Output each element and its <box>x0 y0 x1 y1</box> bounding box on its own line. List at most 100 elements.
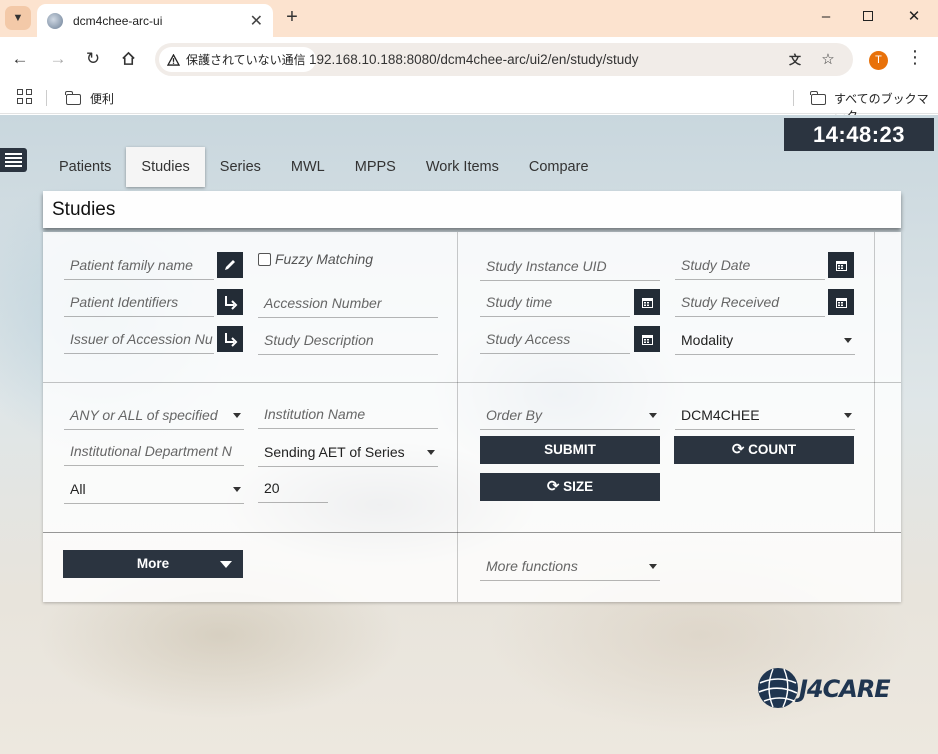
sending-aet-value: Sending AET of Series <box>264 444 405 460</box>
any-or-all-select[interactable]: ANY or ALL of specified <box>64 400 244 430</box>
bookmark-folder-label[interactable]: 便利 <box>90 90 114 107</box>
study-instance-uid-input[interactable]: Study Instance UID <box>480 251 660 281</box>
calendar-icon <box>641 297 653 308</box>
tab-work-items[interactable]: Work Items <box>411 147 514 187</box>
bookmark-bar: 便利 すべてのブックマーク <box>0 82 938 123</box>
new-tab-button[interactable]: + <box>282 6 302 30</box>
page-title: Studies <box>43 191 901 228</box>
aet-value: DCM4CHEE <box>681 407 760 423</box>
favicon-icon <box>47 12 63 29</box>
dropdown-arrow-icon <box>233 487 241 492</box>
study-received-input[interactable]: Study Received <box>675 287 825 317</box>
more-button[interactable]: More <box>63 550 243 578</box>
count-label: COUNT <box>748 442 797 457</box>
tab-mwl[interactable]: MWL <box>276 147 340 187</box>
study-time-input[interactable]: Study time <box>480 287 630 317</box>
fuzzy-matching-checkbox[interactable] <box>258 253 271 266</box>
app-page: 14:48:23 Patients Studies Series MWL MPP… <box>0 115 938 754</box>
tab-studies[interactable]: Studies <box>126 147 205 187</box>
issuer-of-accession-input[interactable]: Issuer of Accession Nu <box>64 324 214 354</box>
aet-select[interactable]: DCM4CHEE <box>675 400 855 430</box>
bookmark-star-icon[interactable]: ☆ <box>818 50 838 70</box>
apps-icon[interactable] <box>17 89 32 104</box>
profile-avatar[interactable]: T <box>869 51 888 70</box>
institution-name-input[interactable]: Institution Name <box>258 399 438 429</box>
accession-number-input[interactable]: Accession Number <box>258 288 438 318</box>
back-button[interactable]: ← <box>7 46 33 72</box>
order-by-select[interactable]: Order By <box>480 400 660 430</box>
minimize-button[interactable]: – <box>811 4 841 30</box>
address-bar[interactable]: 保護されていない通信 192.168.10.188:8080/dcm4chee-… <box>155 43 853 76</box>
logo-text: J4CARE <box>795 675 891 703</box>
caret-down-icon <box>220 561 232 568</box>
hamburger-menu-icon[interactable] <box>0 148 27 172</box>
institutional-department-input[interactable]: Institutional Department N <box>64 436 244 466</box>
study-access-picker-button[interactable] <box>634 326 660 352</box>
issuer-of-accession-button[interactable] <box>217 326 243 352</box>
forward-button[interactable]: → <box>45 46 71 72</box>
close-tab-icon[interactable]: ✕ <box>250 11 263 31</box>
security-label: 保護されていない通信 <box>186 53 306 67</box>
modality-select[interactable]: Modality <box>675 325 855 355</box>
dropdown-arrow-icon <box>233 413 241 418</box>
security-chip[interactable]: 保護されていない通信 <box>159 47 316 72</box>
dropdown-arrow-icon <box>844 413 852 418</box>
study-date-input[interactable]: Study Date <box>675 250 825 280</box>
folder-icon <box>65 91 81 105</box>
fuzzy-matching-label: Fuzzy Matching <box>275 251 374 267</box>
any-or-all-value: ANY or ALL of specified <box>70 407 218 423</box>
size-button[interactable]: ⟳ SIZE <box>480 473 660 501</box>
clock: 14:48:23 <box>784 118 934 151</box>
tab-compare[interactable]: Compare <box>514 147 604 187</box>
chevron-down-icon: ▼ <box>12 12 24 24</box>
home-icon <box>121 51 135 65</box>
main-nav: Patients Studies Series MWL MPPS Work It… <box>44 147 604 187</box>
all-select[interactable]: All <box>64 474 244 504</box>
browser-tab[interactable]: dcm4chee-arc-ui ✕ <box>37 4 273 37</box>
dropdown-arrow-icon <box>649 564 657 569</box>
close-window-button[interactable]: ✕ <box>899 4 929 30</box>
study-date-picker-button[interactable] <box>828 252 854 278</box>
count-button[interactable]: ⟳ COUNT <box>674 436 854 464</box>
tab-series[interactable]: Series <box>205 147 276 187</box>
url-text: 192.168.10.188:8080/dcm4chee-arc/ui2/en/… <box>309 52 639 67</box>
folder-icon <box>810 91 826 105</box>
dropdown-arrow-icon <box>427 450 435 455</box>
sending-aet-select[interactable]: Sending AET of Series <box>258 437 438 467</box>
calendar-icon <box>835 297 847 308</box>
translate-icon[interactable]: 文 <box>785 50 805 70</box>
study-description-input[interactable]: Study Description <box>258 325 438 355</box>
calendar-icon <box>641 334 653 345</box>
maximize-button[interactable] <box>853 4 883 30</box>
study-received-picker-button[interactable] <box>828 289 854 315</box>
patient-identifiers-input[interactable]: Patient Identifiers <box>64 287 214 317</box>
study-access-input[interactable]: Study Access <box>480 324 630 354</box>
tab-title: dcm4chee-arc-ui <box>73 13 163 28</box>
modality-value: Modality <box>681 332 734 348</box>
browser-menu-icon[interactable]: ⋮ <box>906 47 924 68</box>
more-functions-select[interactable]: More functions <box>480 551 660 581</box>
order-by-value: Order By <box>486 407 543 423</box>
patient-identifiers-button[interactable] <box>217 289 243 315</box>
subdirectory-arrow-icon <box>225 333 238 347</box>
refresh-icon: ⟳ <box>731 441 745 458</box>
limit-input[interactable]: 20 <box>258 473 328 503</box>
tab-search-button[interactable]: ▼ <box>5 6 31 30</box>
patient-family-name-input[interactable]: Patient family name <box>64 250 214 280</box>
edit-name-button[interactable] <box>217 252 243 278</box>
all-select-value: All <box>70 481 86 497</box>
more-functions-value: More functions <box>486 558 578 574</box>
more-label: More <box>136 556 170 571</box>
tab-patients[interactable]: Patients <box>44 147 126 187</box>
reload-button[interactable]: ↻ <box>80 46 106 72</box>
home-button[interactable] <box>115 46 141 72</box>
subdirectory-arrow-icon <box>225 296 238 310</box>
browser-toolbar: ← → ↻ 保護されていない通信 192.168.10.188:8080/dcm… <box>0 37 938 82</box>
calendar-icon <box>835 260 847 271</box>
study-time-picker-button[interactable] <box>634 289 660 315</box>
refresh-icon: ⟳ <box>546 478 560 495</box>
warning-icon <box>167 53 180 66</box>
tab-mpps[interactable]: MPPS <box>340 147 411 187</box>
submit-button[interactable]: SUBMIT <box>480 436 660 464</box>
j4care-logo: J4CARE <box>756 666 906 710</box>
